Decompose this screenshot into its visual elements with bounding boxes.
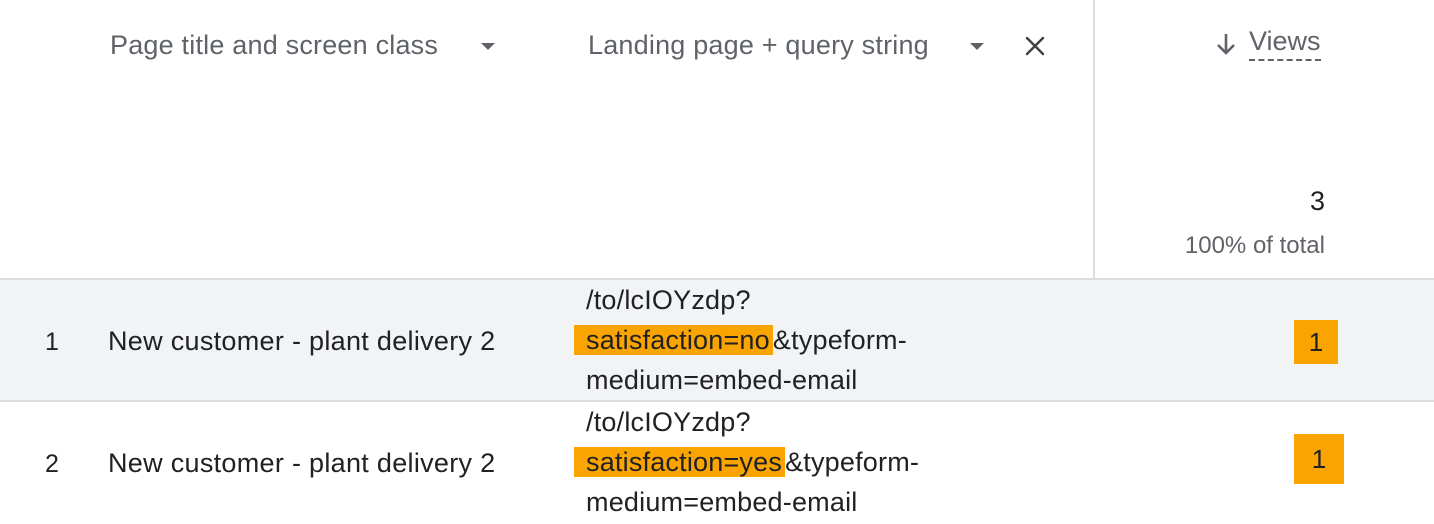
views-total-value: 3 <box>1309 186 1325 216</box>
landing-page-rest: &typeform- <box>772 325 907 355</box>
landing-page-line3: medium=embed-email <box>586 365 858 395</box>
table-row[interactable]: 2 New customer - plant delivery 2 /to/lc… <box>0 400 1434 524</box>
row-index: 1 <box>45 328 59 356</box>
landing-page-cell: /to/lcIOYzdp? satisfaction=no &typeform- … <box>574 280 907 400</box>
landing-page-line1: /to/lcIOYzdp? <box>586 285 751 315</box>
page-title-cell: New customer - plant delivery 2 <box>108 448 496 478</box>
dimension2-dropdown-icon[interactable] <box>970 43 984 50</box>
row-index: 2 <box>45 450 59 478</box>
views-total-percent: 100% of total <box>1184 232 1325 259</box>
dimension1-dropdown-icon[interactable] <box>481 43 495 50</box>
dimension2-header-label[interactable]: Landing page + query string <box>588 30 929 61</box>
remove-dimension-close-icon[interactable] <box>1024 35 1046 57</box>
landing-page-rest: &typeform- <box>785 447 920 477</box>
landing-page-line3: medium=embed-email <box>586 487 858 517</box>
landing-page-line1: /to/lcIOYzdp? <box>586 407 751 437</box>
page-title-cell: New customer - plant delivery 2 <box>108 326 496 356</box>
views-value-cell: 1 <box>1294 320 1338 364</box>
table-row[interactable]: 1 New customer - plant delivery 2 /to/lc… <box>0 278 1434 402</box>
views-metric-header[interactable]: Views <box>1249 26 1321 61</box>
landing-page-highlight: satisfaction=no <box>574 325 773 355</box>
landing-page-highlight: satisfaction=yes <box>574 447 786 477</box>
sort-descending-arrow-icon[interactable] <box>1214 31 1238 57</box>
landing-page-cell: /to/lcIOYzdp? satisfaction=yes &typeform-… <box>574 402 920 522</box>
views-value-cell: 1 <box>1294 434 1344 484</box>
dimension1-header-label[interactable]: Page title and screen class <box>110 30 438 61</box>
